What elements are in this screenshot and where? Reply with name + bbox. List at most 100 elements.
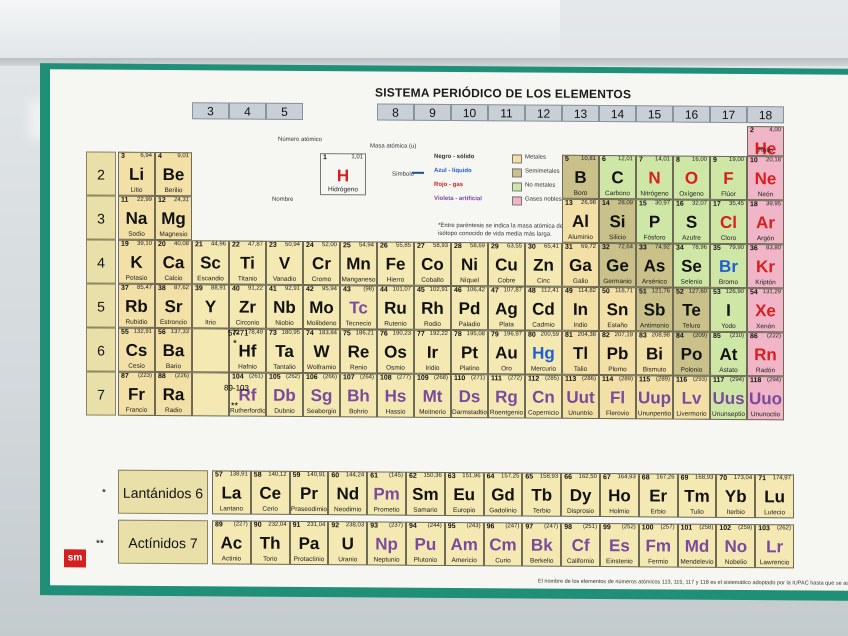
element-symbol: Mo: [309, 298, 334, 318]
element-cell-ar: 18 39,95 Ar Argón: [747, 200, 784, 245]
atomic-number: 86: [750, 333, 758, 341]
element-name: Europio: [452, 507, 476, 515]
element-cell-k: 19 39,10 K Potasio: [118, 239, 155, 284]
element-symbol: La: [221, 483, 242, 503]
element-cell-in: 49 114,82 In Indio: [562, 286, 599, 332]
atomic-mass: 204,38: [577, 331, 596, 339]
element-cell-se: 34 78,96 Se Selenio: [673, 243, 710, 288]
atomic-number: 68: [641, 474, 650, 482]
element-name: Neón: [757, 191, 774, 199]
element-symbol: No: [724, 536, 748, 557]
element-symbol: Bh: [347, 386, 370, 406]
element-name: Radón: [755, 367, 776, 375]
arrow-icon: [412, 171, 424, 174]
element-symbol: Rn: [754, 345, 777, 365]
element-symbol: Hs: [384, 386, 407, 406]
atomic-number: 115: [639, 376, 651, 384]
group-number: 11: [488, 104, 525, 122]
element-symbol: Ra: [162, 384, 185, 405]
element-name: Terbio: [532, 507, 551, 515]
element-name: Torio: [263, 555, 278, 563]
element-name: Gadolinio: [489, 507, 517, 515]
atomic-number: 16: [676, 200, 684, 208]
atomic-mass: 92,91: [284, 285, 300, 292]
element-cell-at: 85 (210) At Astato: [710, 331, 747, 377]
atomic-mass: 107,87: [503, 287, 522, 294]
element-cell-co: 27 58,93 Co Cobalto: [414, 241, 451, 287]
element-symbol: Li: [128, 164, 145, 184]
element-name: Yodo: [721, 322, 736, 330]
element-name: Plata: [499, 321, 514, 329]
element-name: Escandio: [197, 275, 224, 283]
atomic-mass: (271): [470, 375, 485, 382]
footnote: El nombre de los elementos de números at…: [538, 578, 848, 588]
atomic-number: 23: [269, 241, 277, 249]
atomic-mass: 19,00: [728, 156, 744, 164]
atomic-number: 2: [750, 127, 754, 135]
group-number: 17: [710, 105, 747, 124]
element-cell-ba: 56 137,33 Ba Bario: [155, 327, 192, 373]
element-cell-nd: 60 144,24 Nd Neodimio: [328, 471, 368, 516]
atomic-mass: 9,01: [177, 153, 189, 160]
element-name: Ununtrio: [568, 409, 593, 417]
atomic-number: 73: [269, 329, 277, 337]
atomic-mass: 95,94: [321, 286, 337, 293]
atomic-number: 47: [491, 287, 499, 295]
atomic-number: 57: [215, 471, 223, 479]
element-symbol: Cn: [532, 387, 555, 407]
element-symbol: Er: [649, 486, 668, 506]
element-cell-sm: 62 150,36 Sm Samario: [406, 471, 445, 516]
atomic-number: 6: [602, 156, 606, 164]
element-name: Cerio: [262, 505, 278, 513]
atomic-number: 102: [719, 524, 732, 532]
element-cell-p: 15 30,97 P Fósforo: [636, 199, 673, 244]
atomic-mass: 88,91: [210, 285, 226, 292]
atomic-number: 66: [564, 473, 572, 481]
element-symbol: S: [685, 212, 698, 232]
group-number: 8: [377, 103, 414, 121]
element-symbol: Ti: [240, 253, 255, 273]
element-name: Tulio: [690, 508, 704, 516]
atomic-mass: 231,04: [307, 522, 326, 529]
element-symbol: Te: [682, 300, 701, 320]
element-symbol: Ba: [162, 340, 185, 361]
background-window: [0, 0, 560, 58]
element-symbol: Pd: [458, 299, 481, 319]
element-cell-nb: 41 92,91 Nb Niobio: [266, 284, 303, 329]
state-liquid: Azul - líquido: [434, 167, 472, 175]
period-number: 2: [86, 151, 116, 196]
atomic-mass: 22,99: [136, 196, 152, 203]
legend-swatch-semimetals: [512, 168, 522, 178]
group-number: 12: [525, 104, 562, 122]
element-symbol: Dy: [569, 485, 592, 505]
atomic-mass: 79,90: [728, 244, 744, 252]
atomic-number: 28: [454, 243, 462, 251]
atomic-mass: 140,12: [268, 471, 287, 478]
atomic-number: 89: [215, 521, 223, 529]
element-cell-pr: 59 140,91 Pr Praseodimio: [289, 470, 329, 516]
element-symbol: B: [574, 167, 587, 187]
element-cell-be: 4 9,01 Be Berilio: [155, 151, 192, 197]
atomic-mass: 85,47: [136, 284, 152, 291]
atomic-number: 97: [525, 523, 534, 531]
lanthanide-marker: *: [102, 487, 106, 499]
element-cell-os: 76 190,23 Os Osmio: [377, 329, 414, 374]
element-symbol: Hg: [532, 343, 555, 363]
element-cell-re: 75 186,21 Re Renio: [340, 329, 377, 374]
element-cell-pu: 94 (244) Pu Plutonio: [406, 521, 445, 566]
key-example-z: 1: [323, 154, 327, 162]
atomic-number: 50: [602, 288, 610, 296]
atomic-number: 48: [528, 287, 536, 295]
atomic-number: 81: [565, 331, 573, 339]
element-name: Protactinio: [293, 555, 325, 564]
element-cell-hs: 108 (277) Hs Hassio: [377, 373, 414, 418]
atomic-mass: 20,18: [765, 157, 781, 164]
element-symbol: Pa: [298, 533, 320, 554]
element-symbol: Np: [375, 534, 398, 554]
atomic-mass: 39,95: [765, 201, 781, 208]
element-cell-ti: 22 47,87 Ti Titanio: [229, 240, 266, 285]
element-symbol: Br: [719, 256, 738, 277]
atomic-mass: (289): [655, 376, 670, 383]
atomic-mass: 63,55: [506, 243, 522, 250]
atomic-number: 84: [676, 332, 684, 340]
